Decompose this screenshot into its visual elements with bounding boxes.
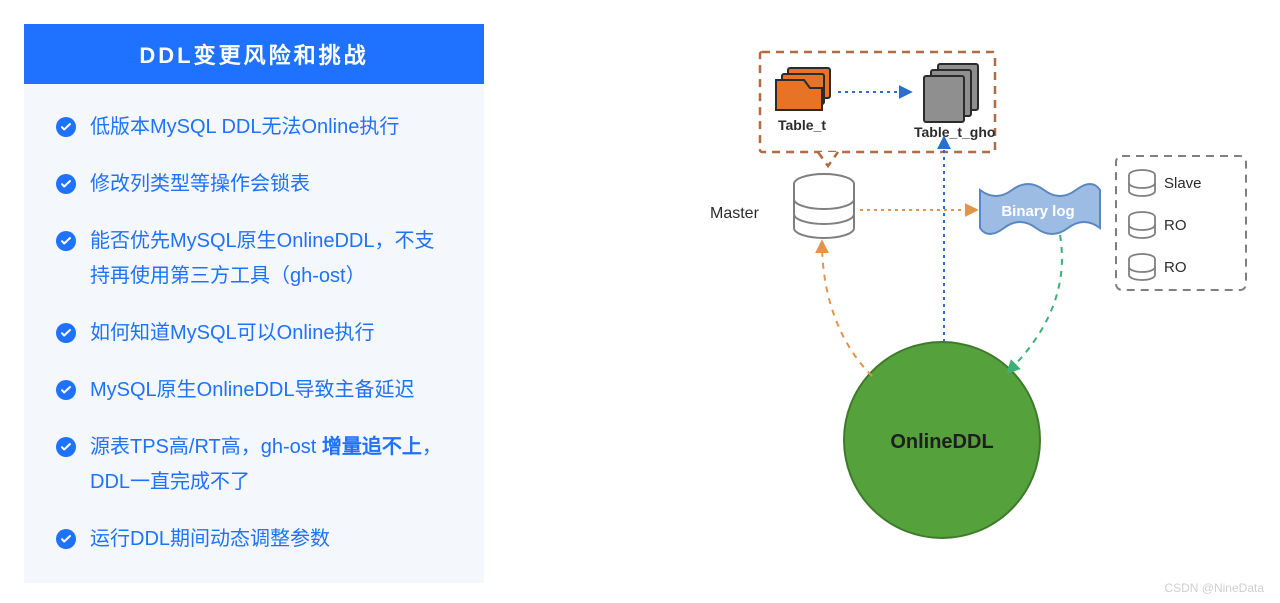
master-label: Master <box>710 205 760 222</box>
item-text-pre: 源表TPS高/RT高，gh-ost <box>90 436 322 458</box>
item-text: MySQL原生OnlineDDL导致主备延迟 <box>90 373 452 408</box>
panel-body: 低版本MySQL DDL无法Online执行 修改列类型等操作会锁表 能否优先M… <box>24 84 484 583</box>
risks-panel: DDL变更风险和挑战 低版本MySQL DDL无法Online执行 修改列类型等… <box>24 24 484 583</box>
list-item: 如何知道MySQL可以Online执行 <box>56 316 452 351</box>
online-ddl-label: OnlineDDL <box>890 431 993 453</box>
table-t-label: Table_t <box>778 117 826 133</box>
check-icon <box>56 323 76 343</box>
replica-ro-1 <box>1129 212 1155 238</box>
table-t-gho-icon <box>924 64 978 122</box>
check-icon <box>56 231 76 251</box>
list-item: 修改列类型等操作会锁表 <box>56 167 452 202</box>
panel-title: DDL变更风险和挑战 <box>24 24 484 84</box>
list-item: 低版本MySQL DDL无法Online执行 <box>56 110 452 145</box>
item-text-bold: 增量追不上 <box>322 436 422 458</box>
replica-ro-2 <box>1129 254 1155 280</box>
check-icon <box>56 437 76 457</box>
table-t-gho-label: Table_t_gho <box>914 124 995 140</box>
replica-label-1: RO <box>1164 217 1187 234</box>
item-text: 修改列类型等操作会锁表 <box>90 167 452 202</box>
list-item: 运行DDL期间动态调整参数 <box>56 522 452 557</box>
watermark: CSDN @NineData <box>1164 581 1264 595</box>
item-text: 低版本MySQL DDL无法Online执行 <box>90 110 452 145</box>
item-text: 源表TPS高/RT高，gh-ost 增量追不上，DDL一直完成不了 <box>90 430 452 500</box>
arrow-binlog-onlineddl <box>1008 235 1062 372</box>
architecture-diagram: Table_t Table_t_gho Master Binary log <box>560 40 1260 580</box>
arrow-onlineddl-master <box>822 242 872 376</box>
check-icon <box>56 174 76 194</box>
check-icon <box>56 380 76 400</box>
check-icon <box>56 117 76 137</box>
box-pointer <box>818 152 838 166</box>
item-text: 运行DDL期间动态调整参数 <box>90 522 452 557</box>
master-db-icon <box>794 174 854 238</box>
replica-slave <box>1129 170 1155 196</box>
binary-log-flag: Binary log <box>980 184 1100 234</box>
list-item: 源表TPS高/RT高，gh-ost 增量追不上，DDL一直完成不了 <box>56 430 452 500</box>
replica-label-0: Slave <box>1164 175 1202 192</box>
check-icon <box>56 529 76 549</box>
list-item: MySQL原生OnlineDDL导致主备延迟 <box>56 373 452 408</box>
binary-log-label: Binary log <box>1001 203 1074 220</box>
table-t-icon <box>776 68 830 110</box>
item-text: 如何知道MySQL可以Online执行 <box>90 316 452 351</box>
item-text: 能否优先MySQL原生OnlineDDL，不支持再使用第三方工具（gh-ost） <box>90 224 452 294</box>
list-item: 能否优先MySQL原生OnlineDDL，不支持再使用第三方工具（gh-ost） <box>56 224 452 294</box>
replica-label-2: RO <box>1164 259 1187 276</box>
